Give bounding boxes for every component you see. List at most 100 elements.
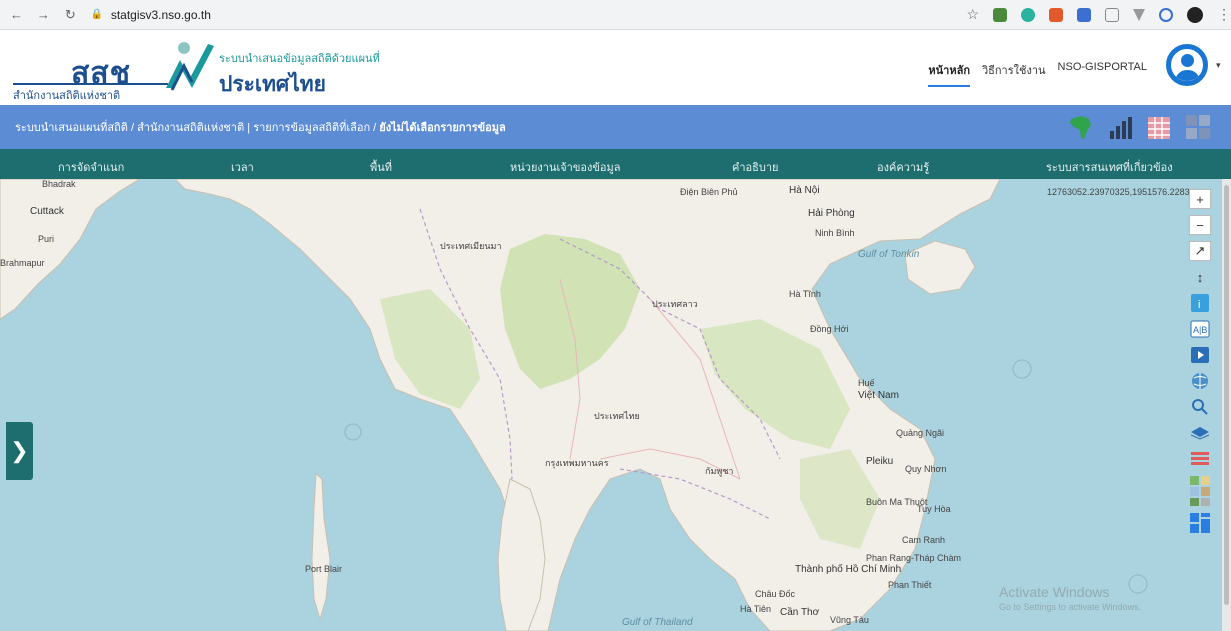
map-label: Ninh Bình <box>815 228 855 238</box>
map-label: ประเทศไทย <box>594 411 640 421</box>
filter-icon[interactable] <box>1133 8 1146 21</box>
dashboard-view-icon[interactable] <box>1183 111 1213 141</box>
menu-area[interactable]: พื้นที่ <box>370 158 392 176</box>
svg-text:A|B: A|B <box>1193 325 1207 335</box>
chevron-down-icon[interactable]: ▾ <box>1216 60 1221 71</box>
url-text: statgisv3.nso.go.th <box>110 7 211 22</box>
map-label: ประเทศลาว <box>652 299 698 309</box>
globe-icon[interactable] <box>1189 371 1211 391</box>
map-label: Việt Nam <box>858 390 899 401</box>
site-title: ประเทศไทย <box>219 73 326 96</box>
map-label: Quảng Ngãi <box>896 428 945 438</box>
menu-classification[interactable]: การจัดจำแนก <box>58 158 124 176</box>
table-view-icon[interactable] <box>1144 111 1174 141</box>
logo-subtitle: สำนักงานสถิติแห่งชาติ <box>13 90 121 102</box>
browser-toolbar: ← → ↻ 🔒 statgisv3.nso.go.th ☆ ⋮ <box>0 0 1231 30</box>
map-label: Port Blair <box>305 564 343 574</box>
extension-icon[interactable] <box>1159 7 1174 22</box>
logo-mark-icon <box>166 42 214 91</box>
map-label: Huế <box>858 378 875 388</box>
site-header: สสช สำนักงานสถิติแห่งชาติ ระบบนำเสนอข้อม… <box>0 30 1231 105</box>
map-label: Phan Rang-Tháp Chàm <box>866 553 962 563</box>
map-label: Gulf of Thailand <box>622 617 693 628</box>
map-label: Hà Tiên <box>740 604 772 614</box>
swipe-icon[interactable]: A|B <box>1189 319 1211 339</box>
map-label: Brahmapur <box>0 258 45 268</box>
user-avatar[interactable] <box>1166 44 1208 86</box>
zoom-out-button[interactable]: − <box>1189 215 1211 235</box>
extension-icons: ☆ ⋮ <box>966 6 1231 23</box>
legend-icon[interactable] <box>1189 449 1211 469</box>
menu-dots-icon[interactable]: ⋮ <box>1217 6 1231 23</box>
forward-arrow-icon[interactable]: → <box>33 4 54 26</box>
nav-home[interactable]: หน้าหลัก <box>928 61 970 87</box>
breadcrumb-path[interactable]: ระบบนำเสนอแผนที่สถิติ / สำนักงานสถิติแห่… <box>15 122 379 134</box>
basemap <box>0 179 1148 631</box>
dashboard-icon[interactable] <box>1189 513 1211 533</box>
coordinate-readout: 12763052.23970325,1951576.2283 <box>1047 187 1190 197</box>
view-switcher <box>1066 111 1213 141</box>
map-label: กัมพูชา <box>705 466 734 476</box>
scale-icon[interactable]: ↕ <box>1189 267 1211 287</box>
lock-icon: 🔒 <box>90 9 104 20</box>
logo-underline <box>13 83 168 85</box>
map-label: Puri <box>38 234 55 244</box>
breadcrumb: ระบบนำเสนอแผนที่สถิติ / สำนักงานสถิติแห่… <box>0 105 1231 149</box>
map-label: Cam Ranh <box>902 535 946 545</box>
map-canvas[interactable]: Bhadrak Cuttack Puri Brahmapur Hà Nội Hả… <box>0 179 1231 631</box>
menu-related-systems[interactable]: ระบบสารสนเทศที่เกี่ยวข้อง <box>1046 158 1173 176</box>
camera-icon[interactable] <box>1105 7 1120 22</box>
map-label: Cần Thơ <box>780 607 820 618</box>
menu-time[interactable]: เวลา <box>231 158 254 176</box>
address-bar[interactable]: 🔒 statgisv3.nso.go.th <box>90 3 943 26</box>
info-icon[interactable]: i <box>1189 293 1211 313</box>
layers-icon[interactable] <box>1189 423 1211 443</box>
top-nav: หน้าหลัก วิธีการใช้งาน NSO-GISPORTAL <box>928 61 1147 87</box>
breadcrumb-text: ระบบนำเสนอแผนที่สถิติ / สำนักงานสถิติแห่… <box>15 118 506 136</box>
star-icon[interactable]: ☆ <box>966 6 979 23</box>
watermark-subtitle: Go to Settings to activate Windows. <box>999 602 1142 612</box>
reload-icon[interactable]: ↻ <box>60 4 81 26</box>
map-label: Cuttack <box>30 206 64 217</box>
map-toolbar: + − ↗ ↕ i A|B <box>1185 189 1215 533</box>
watermark-title: Activate Windows <box>999 584 1110 600</box>
map-label: Hải Phòng <box>808 208 855 219</box>
map-label: Vũng Tàu <box>830 615 869 625</box>
map-label: Châu Đốc <box>755 589 796 599</box>
main-menu: การจัดจำแนก เวลา พื้นที่ หน่วยงานเจ้าของ… <box>0 149 1231 179</box>
open-panel-button[interactable]: ❯ <box>6 422 33 480</box>
extension-icon[interactable] <box>993 7 1008 22</box>
extension-icon[interactable] <box>1021 7 1036 22</box>
map-label: Tuy Hòa <box>917 504 951 514</box>
menu-knowledge[interactable]: องค์ความรู้ <box>877 158 929 176</box>
chart-view-icon[interactable] <box>1105 111 1135 141</box>
map-label: กรุงเทพมหานคร <box>545 458 609 468</box>
extension-icon[interactable] <box>1049 7 1064 22</box>
menu-description[interactable]: คำอธิบาย <box>732 158 778 176</box>
map-label: Hà Tĩnh <box>789 289 821 299</box>
scrollbar-thumb[interactable] <box>1224 185 1229 605</box>
site-subtitle: ระบบนำเสนอข้อมูลสถิติด้วยแผนที่ <box>219 53 380 65</box>
back-arrow-icon[interactable]: ← <box>6 4 27 26</box>
zoom-in-button[interactable]: + <box>1189 189 1211 209</box>
extension-icon[interactable] <box>1077 7 1092 22</box>
map-label: ประเทศเมียนมา <box>440 241 502 251</box>
map-label: Hà Nội <box>789 185 820 196</box>
map-label: Thành phố Hồ Chí Minh <box>795 564 902 575</box>
map-view-icon[interactable] <box>1066 111 1096 141</box>
map-label: Phan Thiết <box>888 580 932 590</box>
windows-activation-watermark: Activate Windows Go to Settings to activ… <box>999 584 1141 612</box>
svg-text:i: i <box>1198 299 1200 311</box>
fullscreen-icon[interactable]: ↗ <box>1189 241 1211 261</box>
profile-icon[interactable] <box>1187 6 1204 23</box>
map-label: Quy Nhơn <box>905 464 947 474</box>
map-label: Gulf of Tonkin <box>858 249 920 260</box>
nav-how-to-use[interactable]: วิธีการใช้งาน <box>982 61 1046 87</box>
breadcrumb-current: ยังไม่ได้เลือกรายการข้อมูล <box>379 122 506 134</box>
search-icon[interactable] <box>1189 397 1211 417</box>
basemap-icon[interactable] <box>1189 475 1211 507</box>
play-icon[interactable] <box>1189 345 1211 365</box>
map-label: Pleiku <box>866 456 894 467</box>
menu-data-owner[interactable]: หน่วยงานเจ้าของข้อมูล <box>510 158 620 176</box>
nav-gisportal[interactable]: NSO-GISPORTAL <box>1058 61 1147 87</box>
